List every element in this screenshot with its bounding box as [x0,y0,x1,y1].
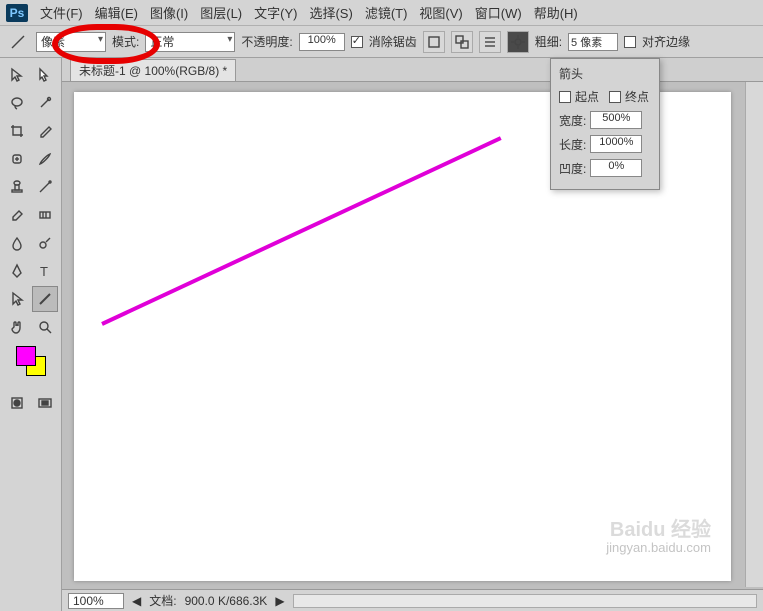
lasso-tool[interactable] [4,90,30,116]
artboard-tool[interactable] [32,62,58,88]
move-tool[interactable] [4,62,30,88]
blur-tool[interactable] [4,230,30,256]
stroke-width-label: 粗细: [535,33,562,50]
screenmode-toggle[interactable] [32,390,58,416]
menu-layer[interactable]: 图层(L) [200,3,242,22]
history-brush-tool[interactable] [32,174,58,200]
arrowheads-panel-title: 箭头 [559,65,651,82]
menu-file[interactable]: 文件(F) [40,3,83,22]
menu-select[interactable]: 选择(S) [309,3,352,22]
tool-preset-dropdown[interactable]: 像素 [36,32,106,52]
menu-image[interactable]: 图像(I) [150,3,188,22]
antialias-checkbox[interactable] [351,36,363,48]
stroke-width-input[interactable]: 5 像素 [568,33,618,51]
doc-size-label: 文档: [149,592,176,609]
opacity-label: 不透明度: [241,33,292,50]
drawn-line-shape[interactable] [101,136,501,326]
menu-filter[interactable]: 滤镜(T) [365,3,408,22]
svg-text:T: T [40,264,48,279]
watermark: Baidu 经验 jingyan.baidu.com [606,519,711,555]
align-edges-label: 对齐边缘 [642,33,690,50]
doc-size-value: 900.0 K/686.3K [185,594,268,608]
arrow-start-label: 起点 [575,88,599,105]
align-edges-checkbox[interactable] [624,36,636,48]
color-swatches[interactable] [16,346,46,376]
shape-combine-btn-1[interactable] [423,31,445,53]
mode-label: 模式: [112,33,139,50]
menu-bar: Ps 文件(F) 编辑(E) 图像(I) 图层(L) 文字(Y) 选择(S) 滤… [0,0,763,26]
antialias-label: 消除锯齿 [369,33,417,50]
arrow-concavity-label: 凹度: [559,160,586,177]
path-select-tool[interactable] [4,286,30,312]
arrowheads-panel: 箭头 起点 终点 宽度: 500% 长度: 1000% 凹度: 0% [550,58,660,190]
dodge-tool[interactable] [32,230,58,256]
arrow-end-label: 终点 [625,88,649,105]
arrow-width-input[interactable]: 500% [590,111,642,129]
watermark-url: jingyan.baidu.com [606,541,711,555]
zoom-level-input[interactable]: 100% [68,593,124,609]
crop-tool[interactable] [4,118,30,144]
zoom-tool[interactable] [32,314,58,340]
scroll-left-icon[interactable]: ◀ [132,594,141,608]
pen-tool[interactable] [4,258,30,284]
menu-edit[interactable]: 编辑(E) [95,3,138,22]
gear-icon[interactable] [507,31,529,53]
eyedropper-tool[interactable] [32,118,58,144]
align-btn[interactable] [479,31,501,53]
healing-brush-tool[interactable] [4,146,30,172]
watermark-brand: Baidu 经验 [606,519,711,541]
tool-panel: T [0,58,62,611]
status-bar: 100% ◀ 文档: 900.0 K/686.3K ▶ [62,589,763,611]
line-tool-icon [6,30,30,54]
arrow-end-checkbox[interactable] [609,91,621,103]
arrow-start-checkbox[interactable] [559,91,571,103]
type-tool[interactable]: T [32,258,58,284]
shape-combine-btn-2[interactable] [451,31,473,53]
arrow-length-input[interactable]: 1000% [590,135,642,153]
line-shape-tool[interactable] [32,286,58,312]
gradient-tool[interactable] [32,202,58,228]
options-bar: 像素 模式: 正常 不透明度: 100% 消除锯齿 粗细: 5 像素 对齐边缘 [0,26,763,58]
brush-tool[interactable] [32,146,58,172]
quickmask-toggle[interactable] [4,390,30,416]
eraser-tool[interactable] [4,202,30,228]
stamp-tool[interactable] [4,174,30,200]
arrow-concavity-input[interactable]: 0% [590,159,642,177]
horizontal-scrollbar[interactable] [293,594,757,608]
menu-help[interactable]: 帮助(H) [534,3,578,22]
app-logo: Ps [6,4,28,22]
blend-mode-dropdown[interactable]: 正常 [145,32,235,52]
hand-tool[interactable] [4,314,30,340]
document-tab[interactable]: 未标题-1 @ 100%(RGB/8) * [70,59,236,81]
menu-type[interactable]: 文字(Y) [254,3,297,22]
foreground-color[interactable] [16,346,36,366]
vertical-scrollbar[interactable] [745,82,763,587]
magic-wand-tool[interactable] [32,90,58,116]
opacity-input[interactable]: 100% [299,33,345,51]
arrow-width-label: 宽度: [559,112,586,129]
arrow-length-label: 长度: [559,136,586,153]
menu-window[interactable]: 窗口(W) [475,3,522,22]
menu-view[interactable]: 视图(V) [419,3,462,22]
status-caret-icon[interactable]: ▶ [275,594,284,608]
